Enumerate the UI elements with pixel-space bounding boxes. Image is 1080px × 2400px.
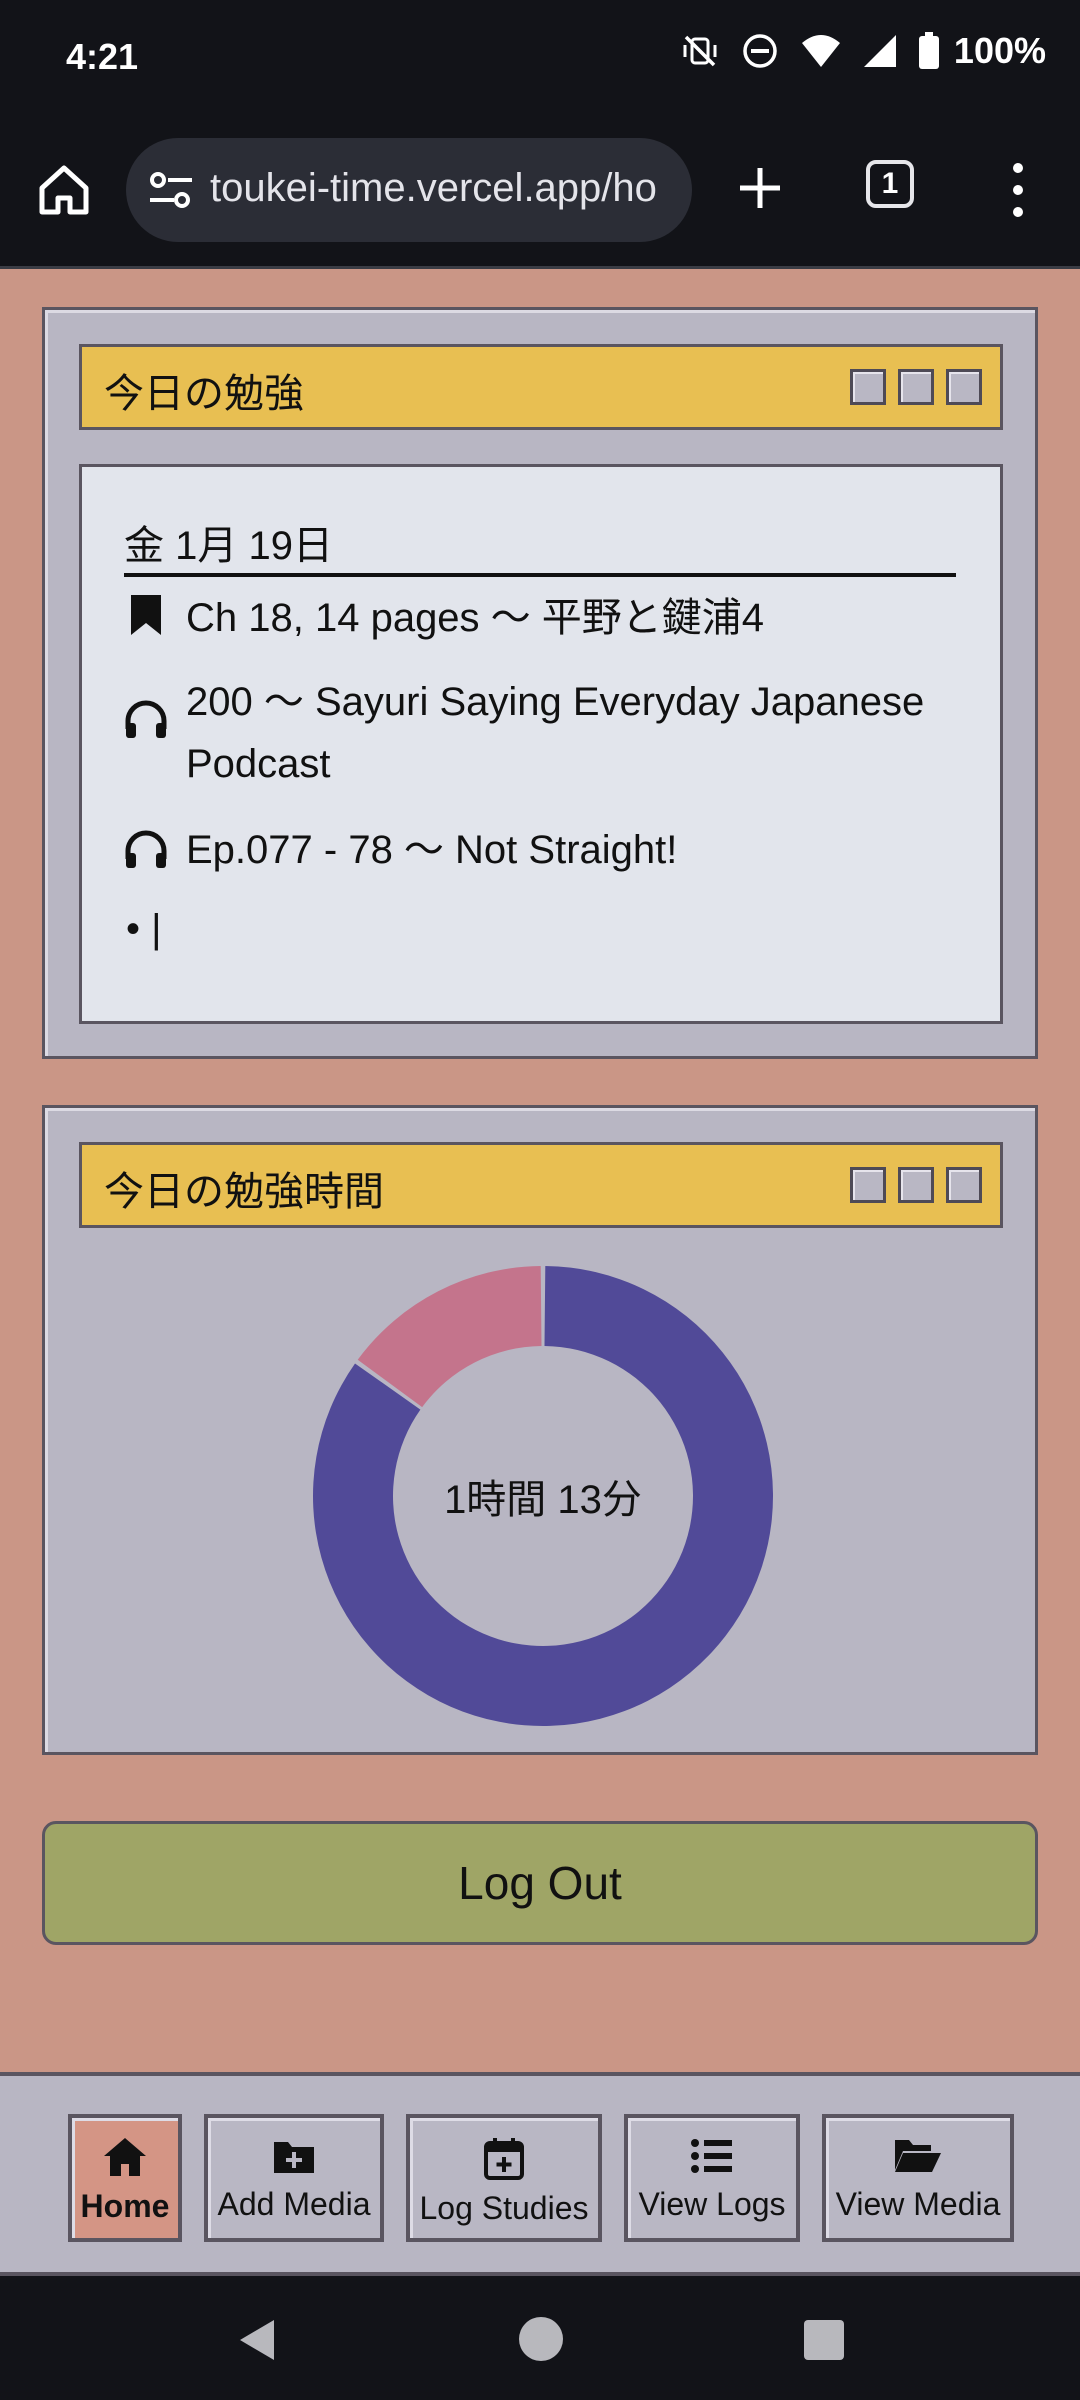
- study-panel-titlebar: 今日の勉強: [79, 344, 1003, 430]
- window-buttons: [850, 369, 982, 405]
- status-icons: 100%: [680, 30, 1046, 72]
- bottom-nav: Home Add Media Log Studies View Logs Vie…: [0, 2072, 1080, 2276]
- nav-label: Add Media: [217, 2186, 371, 2222]
- browser-toolbar: toukei-time.vercel.app/ho 1: [0, 118, 1080, 269]
- study-panel: 今日の勉強 金 1月 19日 Ch 18, 14 pages 〜 平野と鍵浦4 …: [42, 307, 1038, 1059]
- nav-view-logs-button[interactable]: View Logs: [624, 2114, 800, 2242]
- divider: [124, 573, 956, 577]
- site-settings-icon[interactable]: [146, 168, 196, 212]
- home-circle-icon[interactable]: [518, 2316, 564, 2362]
- entry-text: Ch 18, 14 pages 〜 平野と鍵浦4: [186, 596, 765, 640]
- list-item: Ep.077 - 78 〜 Not Straight!: [124, 819, 956, 881]
- url-text: toukei-time.vercel.app/ho: [210, 166, 657, 210]
- vibrate-off-icon: [683, 35, 717, 67]
- nav-log-studies-button[interactable]: Log Studies: [406, 2114, 602, 2242]
- status-time: 4:21: [66, 36, 139, 77]
- window-buttons: [850, 1167, 982, 1203]
- home-icon: [104, 2138, 146, 2176]
- address-bar[interactable]: toukei-time.vercel.app/ho: [126, 138, 692, 242]
- window-button: [946, 1167, 982, 1203]
- list-icon: [691, 2139, 732, 2173]
- nav-label: Log Studies: [419, 2190, 589, 2226]
- list-item: Ch 18, 14 pages 〜 平野と鍵浦4: [124, 587, 956, 649]
- window-button: [946, 369, 982, 405]
- more-vert-icon[interactable]: [1000, 158, 1036, 222]
- study-time-chart: 1時間 13分: [305, 1258, 781, 1734]
- donut-center-label: 1時間 13分: [444, 1478, 642, 1522]
- recents-icon[interactable]: [804, 2320, 844, 2360]
- nav-view-media-button[interactable]: View Media: [822, 2114, 1014, 2242]
- new-tab-icon[interactable]: [730, 158, 790, 218]
- do-not-disturb-icon: [743, 34, 777, 68]
- window-button: [850, 1167, 886, 1203]
- wifi-icon: [801, 35, 840, 67]
- status-bar: 4:21 100%: [0, 0, 1080, 118]
- tab-switcher-button[interactable]: 1: [866, 160, 914, 208]
- home-icon[interactable]: [34, 160, 94, 220]
- folder-plus-icon: [274, 2142, 314, 2173]
- study-time-titlebar: 今日の勉強時間: [79, 1142, 1003, 1228]
- window-button: [898, 369, 934, 405]
- nav-home-button[interactable]: Home: [68, 2114, 182, 2242]
- entry-text: 200 〜 Sayuri Saying Everyday Japanese Po…: [186, 680, 925, 786]
- study-time-title: 今日の勉強時間: [104, 1170, 384, 1214]
- new-entry-bullet[interactable]: • |: [126, 907, 162, 952]
- nav-label: View Media: [835, 2186, 1001, 2222]
- study-time-panel: 今日の勉強時間 1時間 13分: [42, 1105, 1038, 1755]
- nav-label: Home: [80, 2188, 170, 2224]
- study-panel-title: 今日の勉強: [104, 372, 304, 416]
- system-nav-bar: [0, 2276, 1080, 2400]
- list-item: 200 〜 Sayuri Saying Everyday Japanese Po…: [124, 671, 956, 795]
- bookmark-icon: [131, 595, 161, 635]
- headphones-icon: [125, 700, 167, 738]
- entry-text: Ep.077 - 78 〜 Not Straight!: [186, 828, 678, 872]
- nav-label: View Logs: [638, 2186, 786, 2222]
- signal-icon: [863, 35, 896, 67]
- window-button: [850, 369, 886, 405]
- journal-date: 金 1月 19日: [124, 524, 333, 568]
- headphones-icon: [125, 830, 167, 868]
- nav-add-media-button[interactable]: Add Media: [204, 2114, 384, 2242]
- battery-icon: [918, 32, 939, 69]
- window-button: [898, 1167, 934, 1203]
- back-icon[interactable]: [234, 2316, 278, 2364]
- page-content: 今日の勉強 金 1月 19日 Ch 18, 14 pages 〜 平野と鍵浦4 …: [0, 269, 1080, 2072]
- battery-percent: 100%: [953, 30, 1046, 71]
- folder-open-icon: [895, 2140, 941, 2172]
- calendar-plus-icon: [484, 2138, 524, 2180]
- study-journal[interactable]: 金 1月 19日 Ch 18, 14 pages 〜 平野と鍵浦4 200 〜 …: [79, 464, 1003, 1024]
- logout-button[interactable]: Log Out: [42, 1821, 1038, 1945]
